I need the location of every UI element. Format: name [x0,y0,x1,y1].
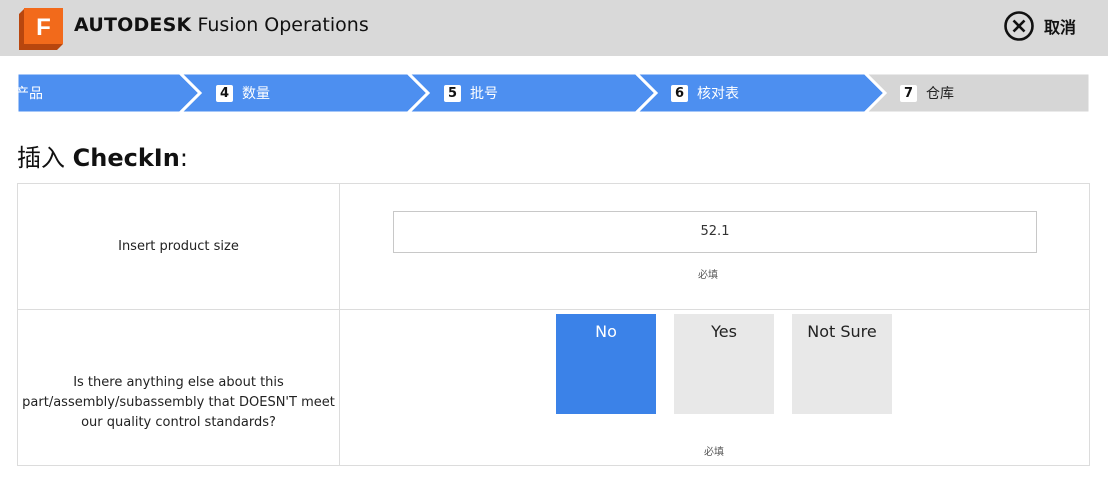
step-quantity-number: 4 [216,84,233,102]
cancel-button[interactable]: 取消 [1003,9,1076,43]
form-row-product-size: Insert product size 52.1 必填 [18,184,1089,310]
svg-text:F: F [36,14,51,41]
step-lot-label: 批号 [470,86,498,102]
quality-question-cell: No Yes Not Sure 必填 [340,310,1089,465]
fusion-logo-icon: F [19,8,63,50]
step-quantity[interactable]: 4 数量 [216,73,270,113]
form-row-quality-question: Is there anything else about this part/a… [18,310,1089,465]
option-no-button[interactable]: No [556,314,656,414]
checkin-form: Insert product size 52.1 必填 Is there any… [17,183,1090,466]
product-size-input[interactable]: 52.1 [393,211,1037,253]
step-lot-number: 5 [444,84,461,102]
product-size-label: Insert product size [18,184,340,309]
wizard-steps: 产品 4 数量 5 批号 6 核对表 7 仓库 [15,73,1090,113]
required-hint: 必填 [704,447,724,458]
step-product[interactable]: 产品 [15,73,43,113]
step-quantity-label: 数量 [242,86,270,102]
step-checklist-number: 6 [671,84,688,102]
step-shape-product [17,73,203,113]
step-checklist[interactable]: 6 核对表 [671,73,739,113]
option-not-sure-button[interactable]: Not Sure [792,314,892,414]
quality-question-label: Is there anything else about this part/a… [18,310,340,465]
step-shape-warehouse [862,73,1090,113]
page-title: 插入 CheckIn: [17,144,188,172]
app-header: F AUTODESK Fusion Operations 取消 [0,0,1108,56]
product-size-cell: 52.1 必填 [340,184,1089,309]
close-circle-icon [1004,11,1034,41]
step-product-label: 产品 [15,86,43,102]
app-title: AUTODESK Fusion Operations [74,14,369,36]
step-checklist-label: 核对表 [697,86,739,102]
step-lot[interactable]: 5 批号 [444,73,498,113]
option-yes-button[interactable]: Yes [674,314,774,414]
step-warehouse-label: 仓库 [926,86,954,102]
step-warehouse[interactable]: 7 仓库 [900,73,954,113]
required-hint: 必填 [698,270,718,281]
step-warehouse-number: 7 [900,84,917,102]
cancel-label: 取消 [1044,18,1077,37]
